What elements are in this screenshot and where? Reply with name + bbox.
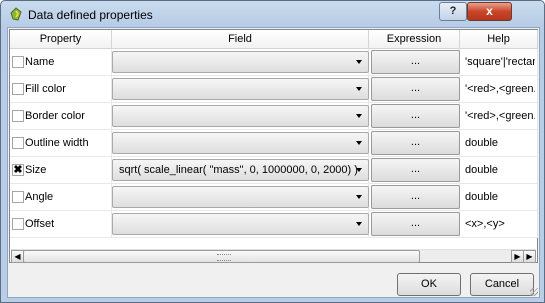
property-cell: Name [10, 49, 112, 76]
help-text: double [465, 137, 499, 149]
table-row: Border color... '<red>,<green... [10, 103, 538, 130]
horizontal-scrollbar[interactable]: ◀ ▶ ▶ [11, 249, 536, 263]
property-label: Fill color [25, 83, 66, 95]
dropdown-arrow-icon[interactable] [356, 222, 362, 226]
scroll-thumb[interactable] [23, 250, 420, 263]
expression-button[interactable]: ... [371, 158, 460, 182]
property-checkbox[interactable] [12, 110, 24, 122]
expression-button[interactable]: ... [371, 77, 460, 101]
property-checkbox[interactable]: ✖ [12, 164, 24, 176]
help-button[interactable]: ? [439, 2, 467, 21]
property-checkbox[interactable] [12, 56, 24, 68]
close-button[interactable]: x [467, 2, 512, 21]
property-checkbox[interactable] [12, 137, 24, 149]
property-cell: Offset [10, 211, 112, 238]
expression-button[interactable]: ... [371, 185, 460, 209]
help-text: '<red>,<green... [465, 83, 535, 95]
help-text: '<red>,<green... [465, 110, 535, 122]
property-label: Border color [25, 110, 85, 122]
property-cell: Border color [10, 103, 112, 130]
table-row: Offset... <x>,<y> [10, 211, 538, 238]
field-combobox[interactable] [112, 105, 369, 127]
window-title: Data defined properties [28, 8, 153, 22]
cancel-button[interactable]: Cancel [470, 273, 534, 296]
field-combobox[interactable] [112, 51, 369, 73]
field-combobox[interactable]: sqrt( scale_linear( "mass", 0, 1000000, … [112, 159, 369, 181]
dropdown-arrow-icon[interactable] [356, 195, 362, 199]
property-label: Name [25, 56, 55, 68]
expression-button[interactable]: ... [371, 131, 460, 155]
header-field[interactable]: Field [112, 30, 369, 49]
dropdown-arrow-icon[interactable] [356, 168, 362, 172]
property-checkbox[interactable] [12, 83, 24, 95]
dropdown-arrow-icon[interactable] [356, 87, 362, 91]
dialog-window: Data defined properties ? x Property Fie… [0, 0, 545, 303]
property-label: Offset [25, 218, 55, 230]
resize-grip-icon[interactable] [530, 288, 538, 296]
field-combobox[interactable] [112, 186, 369, 208]
property-label: Angle [25, 191, 54, 203]
field-combobox[interactable] [112, 132, 369, 154]
ok-button[interactable]: OK [397, 273, 461, 296]
grip-icon [217, 254, 231, 261]
field-combobox[interactable] [112, 78, 369, 100]
help-text: double [465, 164, 499, 176]
table-row: ✖ Size sqrt( scale_linear( "mass", 0, 1000… [10, 157, 538, 184]
field-value: sqrt( scale_linear( "mass", 0, 1000000, … [119, 164, 358, 176]
help-text: 'square'|'rectan... [465, 56, 535, 68]
table-row: Outline width... double [10, 130, 538, 157]
property-label: Size [25, 164, 47, 176]
table-row: Fill color... '<red>,<green... [10, 76, 538, 103]
header-help[interactable]: Help [460, 30, 538, 49]
expression-button[interactable]: ... [371, 104, 460, 128]
property-cell: Angle [10, 184, 112, 211]
properties-table: Property Field Expression Help ◀ ▶ ▶ Nam… [9, 29, 538, 263]
header-expression[interactable]: Expression [369, 30, 460, 49]
table-row: Name... 'square'|'rectan... [10, 49, 538, 76]
expression-button[interactable]: ... [371, 212, 460, 236]
property-checkbox[interactable] [12, 191, 24, 203]
dropdown-arrow-icon[interactable] [356, 141, 362, 145]
expression-button[interactable]: ... [371, 50, 460, 74]
property-cell: Outline width [10, 130, 112, 157]
dialog-body: Property Field Expression Help ◀ ▶ ▶ Nam… [7, 27, 540, 298]
header-property[interactable]: Property [10, 30, 112, 49]
title-bar[interactable]: Data defined properties ? x [1, 1, 544, 28]
table-row: Angle... double [10, 184, 538, 211]
property-cell: Fill color [10, 76, 112, 103]
property-checkbox[interactable] [12, 218, 24, 230]
qgis-app-icon [10, 7, 22, 21]
help-text: <x>,<y> [465, 218, 505, 230]
help-text: double [465, 191, 499, 203]
dropdown-arrow-icon[interactable] [356, 114, 362, 118]
dropdown-arrow-icon[interactable] [356, 60, 362, 64]
property-label: Outline width [25, 137, 89, 149]
scroll-right-end-icon[interactable]: ▶ [523, 250, 536, 263]
field-combobox[interactable] [112, 213, 369, 235]
property-cell: ✖ Size [10, 157, 112, 184]
